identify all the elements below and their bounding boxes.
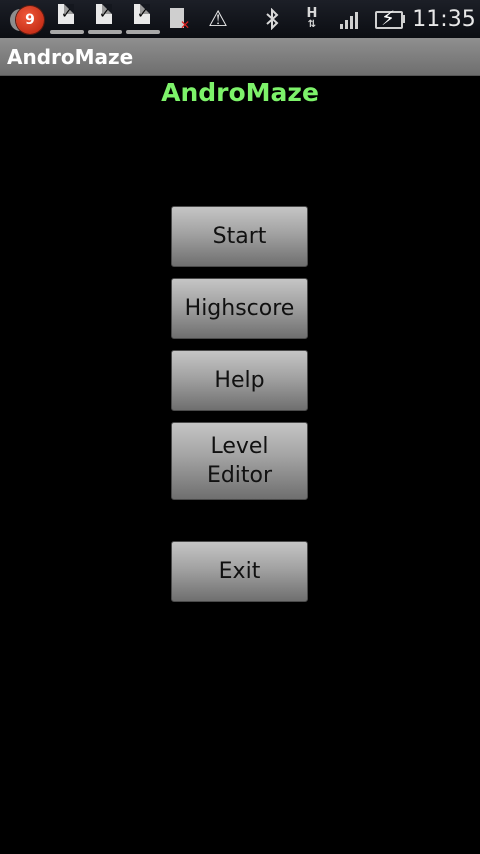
exit-button[interactable]: Exit xyxy=(171,541,308,602)
signal-strength-icon xyxy=(338,0,362,38)
notification-count: 9 xyxy=(25,12,35,28)
task-done-icon: ✓ xyxy=(50,2,84,36)
start-button[interactable]: Start xyxy=(171,206,308,267)
battery-charging-icon: ⚡ xyxy=(372,0,405,38)
task-done-icon: ✓ xyxy=(88,2,122,36)
help-button[interactable]: Help xyxy=(171,350,308,411)
level-editor-button[interactable]: Level Editor xyxy=(171,422,308,500)
bluetooth-icon xyxy=(262,0,282,38)
network-type-label: H xyxy=(306,6,318,21)
hspa-data-icon: H ⇅ xyxy=(306,6,318,30)
app-title: AndroMaze xyxy=(7,44,134,69)
warning-icon: ⚠ xyxy=(208,6,228,32)
status-clock: 11:35 xyxy=(412,6,476,32)
app-heading: AndroMaze xyxy=(161,78,319,107)
task-done-icon: ✓ xyxy=(126,2,160,36)
status-bar[interactable]: 9 ✓ ✓ ✓ ✕ ⚠ H ⇅ ⚡ 11:35 xyxy=(0,0,480,38)
notification-badge-icon: 9 xyxy=(16,6,44,34)
highscore-button[interactable]: Highscore xyxy=(171,278,308,339)
sd-card-error-icon: ✕ xyxy=(166,0,192,38)
app-title-bar: AndroMaze xyxy=(0,38,480,76)
